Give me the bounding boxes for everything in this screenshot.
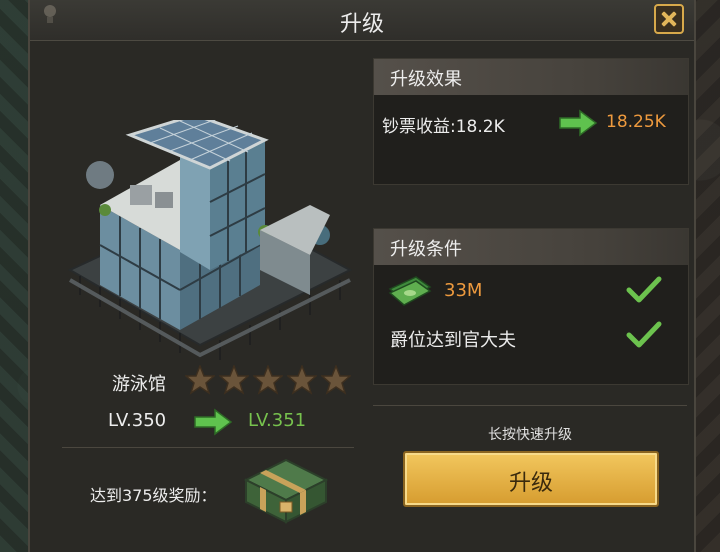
building-image [67,120,353,360]
income-label: 钞票收益:18.2K [382,117,505,137]
cash-icon [388,276,432,306]
panel-header: 升级效果 [374,59,688,95]
next-level: LV.351 [248,410,307,431]
action-area: 长按快速升级 升级 [373,405,687,522]
reward-chest-icon[interactable] [240,452,332,526]
upgrade-button[interactable]: 升级 [403,451,659,507]
upgrade-conditions-panel: 升级条件 33M 爵位达到官大夫 [373,228,689,385]
upgrade-button-label: 升级 [508,471,553,496]
cost-value: 33M [444,280,483,301]
dialog-title: 升级 [339,12,384,37]
upgrade-dialog: 升级 游泳馆 LV.350 LV.351 达到375级奖励： 升级效果 钞票收益… [28,0,696,552]
star-rating [185,365,351,395]
hold-hint: 长按快速升级 [488,427,572,443]
panel-header: 升级条件 [374,229,688,265]
star-icon [287,365,317,395]
effect-header: 升级效果 [390,69,462,90]
star-icon [185,365,215,395]
map-edge-left [0,0,30,552]
divider [62,447,354,448]
income-next-value: 18.25K [606,112,666,132]
map-edge-right [694,0,720,552]
rank-requirement: 爵位达到官大夫 [390,330,516,351]
reward-label: 达到375级奖励： [90,486,217,505]
checkmark-icon [626,276,662,303]
star-icon [219,365,249,395]
level-row: LV.350 LV.351 [108,408,358,436]
star-icon [253,365,283,395]
building-name: 游泳馆 [112,374,166,395]
current-level: LV.350 [108,410,167,431]
star-icon [321,365,351,395]
close-button[interactable] [654,4,684,34]
arrow-right-icon [559,109,598,137]
upgrade-effect-panel: 升级效果 钞票收益:18.2K 18.25K [373,58,689,185]
arrow-right-icon [194,408,233,436]
conditions-header: 升级条件 [390,239,462,260]
checkmark-icon [626,321,662,348]
title-bar: 升级 [30,0,694,41]
